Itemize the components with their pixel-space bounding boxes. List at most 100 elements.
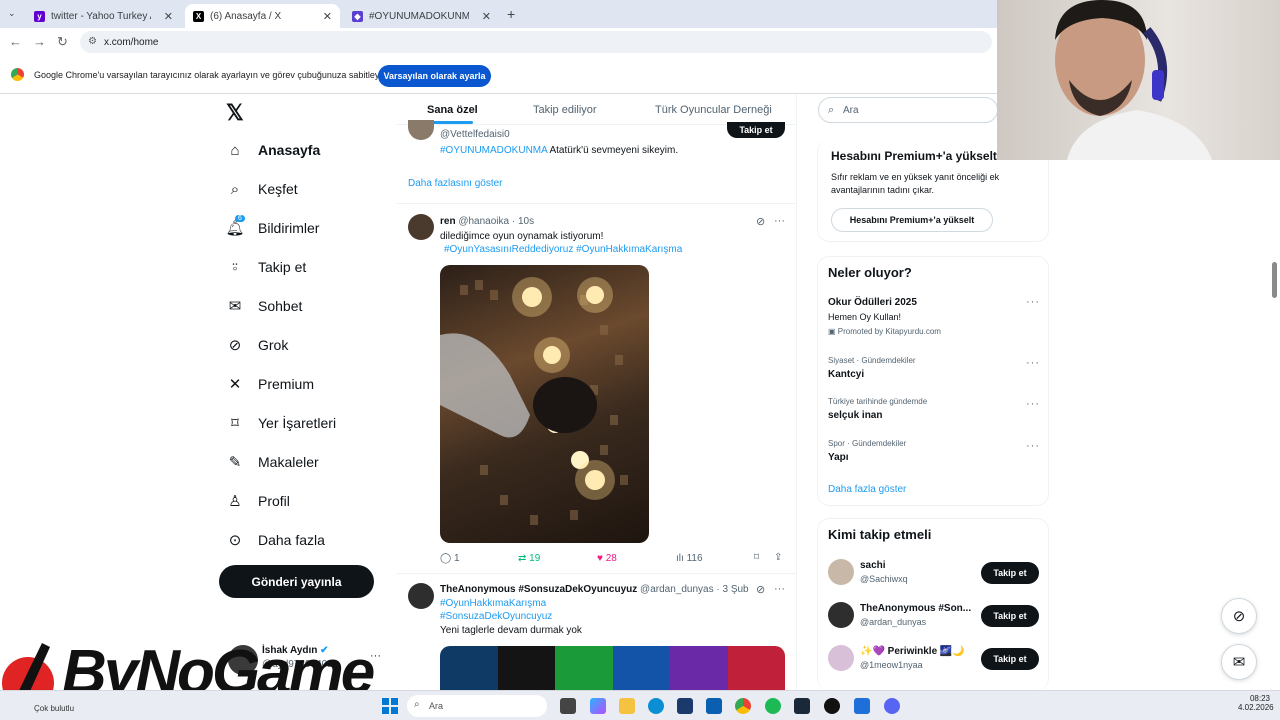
site-info-icon[interactable]: ⚙ [88,36,97,47]
back-icon[interactable]: ← [9,34,22,49]
post-time[interactable]: · 10s [512,216,534,227]
trend-title[interactable]: Kantcyi [828,369,864,380]
page-scrollbar[interactable] [1272,262,1277,298]
like-action[interactable]: ♥ 28 [597,553,617,564]
show-more-link[interactable]: Daha fazlasını göster [408,178,503,189]
new-tab-button[interactable]: + [507,6,515,22]
trends-show-more-link[interactable]: Daha fazla göster [828,484,906,495]
post-avatar[interactable] [408,583,434,609]
tab-community[interactable]: Türk Oyuncular Derneği [655,104,772,116]
tab-for-you[interactable]: Sana özel [427,104,478,116]
trend-more-icon[interactable]: ··· [1026,357,1040,369]
steam-icon[interactable] [794,698,810,714]
user-avatar[interactable] [828,559,854,585]
trend-title[interactable]: Okur Ödülleri 2025 [828,297,917,308]
spotify-icon[interactable] [765,698,781,714]
post-author[interactable]: TheAnonymous #SonsuzaDekOyuncuyuz [440,584,637,595]
hashtag-link[interactable]: #OYUNUMADOKUNMA [440,145,547,156]
sidebar-item-premium[interactable]: ✕ Premium [226,373,314,395]
user-avatar[interactable] [828,645,854,671]
task-view-icon[interactable] [560,698,576,714]
edge-icon[interactable] [648,698,664,714]
hashtag-link[interactable]: #OyunYasasınıReddediyoruz #OyunHakkımaKa… [444,244,682,255]
close-icon[interactable]: ✕ [323,10,332,23]
sidebar-item-follow[interactable]: ⍤ Takip et [226,256,306,278]
sidebar-item-label: Anasayfa [258,142,321,158]
sidebar-item-home[interactable]: ⌂ Anasayfa [226,139,320,161]
search-input[interactable]: ⌕ Ara [818,97,998,123]
post-avatar[interactable] [408,214,434,240]
reply-action[interactable]: ◯ 1 [440,553,460,564]
views-action[interactable]: ılı 116 [676,553,703,564]
sidebar-item-more[interactable]: ⊙ Daha fazla [226,529,325,551]
user-name[interactable]: sachi [860,560,886,571]
post-handle[interactable]: @hanaoika [458,216,509,227]
sidebar-item-bookmarks[interactable]: ⌑ Yer İşaretleri [226,412,336,434]
obs-icon[interactable] [824,698,840,714]
bookmark-icon[interactable]: ⌑ [754,552,759,563]
share-icon[interactable]: ⇪ [774,552,782,563]
post-image[interactable] [440,646,785,690]
weather-widget[interactable]: Çok bulutlu [34,704,74,713]
taskbar-search[interactable]: ⌕ Ara [407,695,547,717]
chrome-taskbar-icon[interactable] [735,698,751,714]
clock[interactable]: 08:23 4.02.2026 [1238,694,1274,712]
user-name[interactable]: ✨💜 Periwinkle 🌌🌙 [860,646,965,657]
more-icon[interactable]: ··· [774,583,785,595]
mail-app-icon[interactable] [706,698,722,714]
follow-button[interactable]: Takip et [981,562,1039,584]
sidebar-item-chat[interactable]: ✉ Sohbet [226,295,303,317]
sidebar-item-grok[interactable]: ⊘ Grok [226,334,289,356]
hashtag-link[interactable]: #SonsuzaDekOyuncuyuz [440,611,552,622]
post-button[interactable]: Gönderi yayınla [219,565,374,598]
user-avatar[interactable] [828,602,854,628]
post-time[interactable]: · 3 Şub [716,584,748,595]
reload-icon[interactable]: ↻ [57,34,68,50]
hashtag-link[interactable]: #OyunHakkımaKarışma [440,598,546,609]
trends-title: Neler oluyor? [828,265,912,280]
store-icon[interactable] [677,698,693,714]
tab-search-icon[interactable]: ⌄ [8,8,16,19]
more-icon[interactable]: ··· [774,215,785,227]
follow-button[interactable]: Takip et [727,122,785,138]
follow-button[interactable]: Takip et [981,605,1039,627]
premium-upgrade-button[interactable]: Hesabını Premium+'a yükselt [831,208,993,232]
discord-icon[interactable] [884,698,900,714]
grok-icon[interactable]: ⊘ [756,583,765,596]
address-bar[interactable]: ⚙ x.com/home [80,31,992,53]
sidebar-item-explore[interactable]: ⌕ Keşfet [226,178,298,200]
sidebar-item-notifications[interactable]: 🔔︎ 6 Bildirimler [225,215,319,239]
trend-more-icon[interactable]: ··· [1026,440,1040,452]
copilot-icon[interactable] [590,698,606,714]
grok-fab-icon[interactable]: ⊘ [1221,598,1257,634]
start-button[interactable] [382,698,398,714]
tab-x-home[interactable]: X (6) Anasayfa / X ✕ [185,4,340,28]
grok-icon[interactable]: ⊘ [756,215,765,228]
trend-title[interactable]: Yapı [828,452,849,463]
set-default-button[interactable]: Varsayılan olarak ayarla [378,65,491,87]
tab-yahoo[interactable]: y twitter - Yahoo Turkey Arama Sonuçları… [26,4,181,28]
x-logo-icon[interactable]: 𝕏 [226,100,244,126]
tab-following[interactable]: Takip ediliyor [533,104,597,116]
trend-more-icon[interactable]: ··· [1026,398,1040,410]
sidebar-item-profile[interactable]: ♙ Profil [226,490,290,512]
file-explorer-icon[interactable] [619,698,635,714]
forward-icon[interactable]: → [33,34,46,49]
trend-more-icon[interactable]: ··· [1026,296,1040,308]
user-name[interactable]: TheAnonymous #Son... [860,603,971,614]
divider [397,573,796,574]
post-image[interactable] [440,265,649,543]
defender-icon[interactable] [854,698,870,714]
messages-fab-icon[interactable]: ✉ [1221,644,1257,680]
trend-title[interactable]: selçuk inan [828,410,882,421]
post-author[interactable]: ren [440,216,456,227]
close-icon[interactable]: ✕ [482,10,491,23]
repost-action[interactable]: ⇄ 19 [518,553,540,564]
follow-button[interactable]: Takip et [981,648,1039,670]
close-icon[interactable]: ✕ [164,10,173,23]
post-handle[interactable]: @ardan_dunyas [640,584,714,595]
sidebar-item-articles[interactable]: ✎ Makaleler [226,451,319,473]
post-handle[interactable]: @Vettelfedaisi0 [440,129,510,140]
tab-oyunumadokunma[interactable]: ◆ #OYUNUMADOKUNMA - Dijital ✕ [344,4,499,28]
post-avatar[interactable] [408,120,434,140]
